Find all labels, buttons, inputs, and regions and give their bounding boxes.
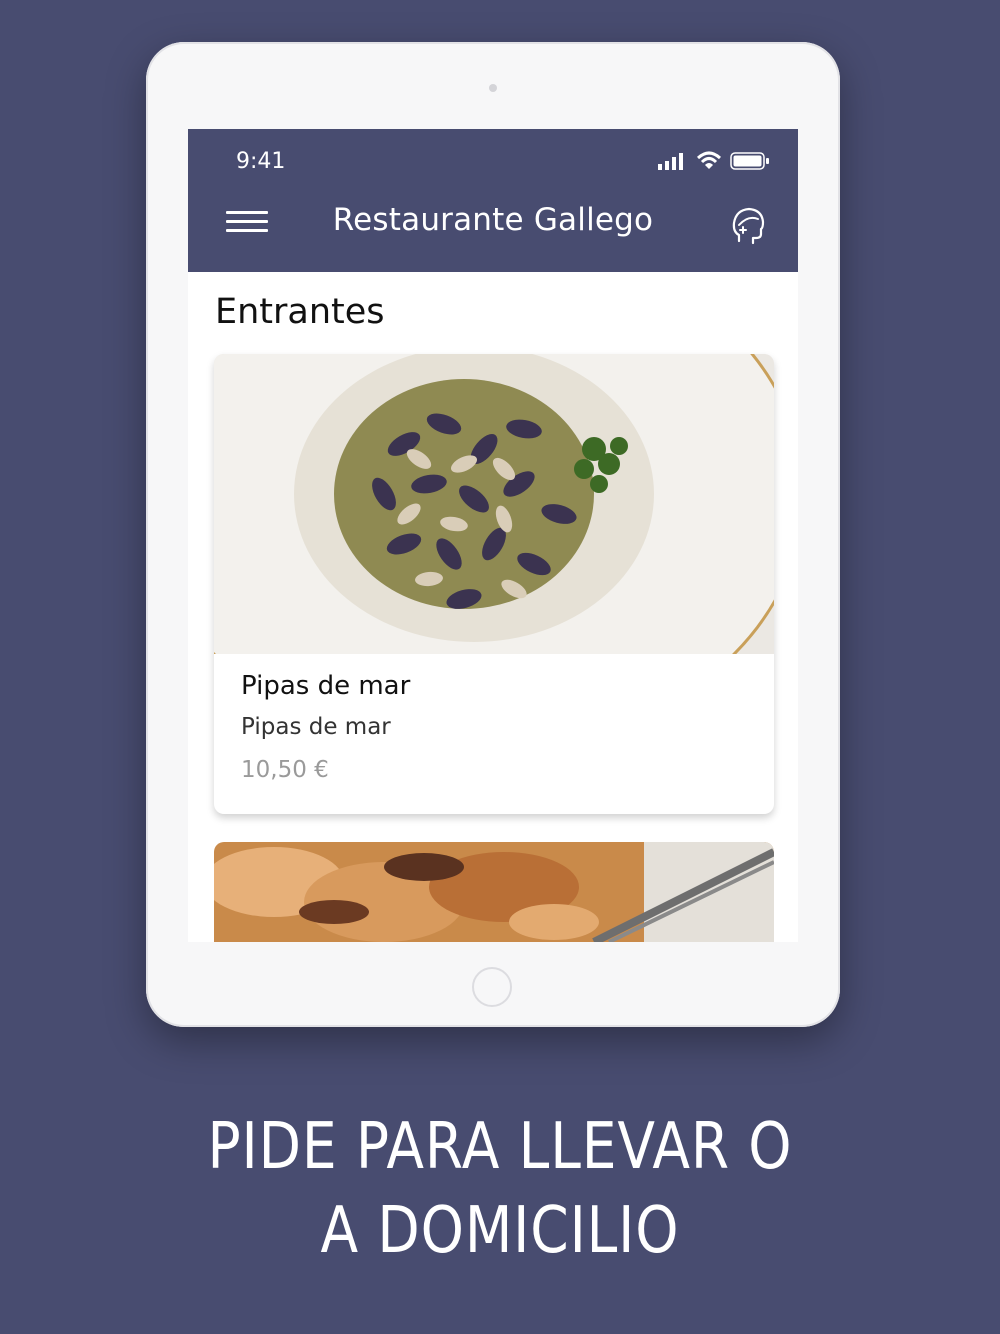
status-icons [658, 151, 770, 171]
battery-icon [730, 152, 769, 170]
section-title: Entrantes [215, 292, 385, 332]
signal-icon [658, 153, 683, 170]
promo-line-1: PIDE PARA LLEVAR O [207, 1110, 793, 1184]
dish-name: Pipas de mar [241, 671, 411, 701]
app-screen: 9:41 Restaurante Gallego Entrantes Pipas… [188, 129, 798, 942]
status-time: 9:41 [236, 149, 286, 174]
waiter-button[interactable] [728, 205, 768, 245]
nav-bar: 9:41 Restaurante Gallego [188, 129, 798, 272]
front-camera [489, 84, 497, 92]
waiter-icon [732, 207, 765, 245]
dish-image [214, 354, 774, 756]
wifi-icon [696, 151, 722, 169]
menu-content: Entrantes Pipas de mar Pipas de mar 10,5… [188, 272, 798, 942]
home-button[interactable] [472, 967, 512, 1007]
dish-description: Pipas de mar [241, 714, 391, 740]
dish-price: 10,50 € [241, 757, 329, 783]
nav-title: Restaurante Gallego [332, 202, 654, 238]
dish-image [214, 842, 774, 942]
promo-line-2: A DOMICILIO [320, 1194, 680, 1268]
dish-card[interactable]: Pipas de mar Pipas de mar 10,50 € [214, 354, 774, 814]
dish-card[interactable] [214, 842, 774, 942]
promo-caption: PIDE PARA LLEVAR O A DOMICILIO [70, 1105, 930, 1273]
tablet-frame: 9:41 Restaurante Gallego Entrantes Pipas… [146, 42, 840, 1027]
